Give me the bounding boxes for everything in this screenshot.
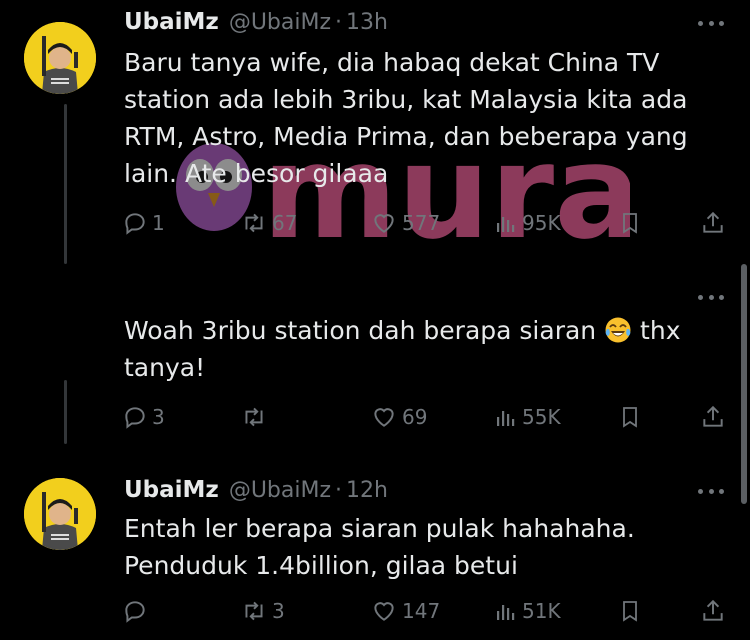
tweet-header: UbaiMz @UbaiMz · 12h <box>124 472 388 508</box>
tweet-text: Woah 3ribu station dah berapa siaran thx… <box>124 312 724 386</box>
more-options-icon[interactable] <box>698 486 724 496</box>
repost-icon <box>240 210 268 236</box>
like-button[interactable]: 147 <box>370 596 440 626</box>
reply-button[interactable]: 3 <box>122 402 165 432</box>
analytics-icon <box>494 598 518 624</box>
like-count: 147 <box>402 599 441 623</box>
avatar[interactable] <box>24 22 96 94</box>
tweet-actions: 1 67 577 95K <box>122 208 730 238</box>
views-count: 95K <box>522 211 561 235</box>
reply-icon <box>122 210 148 236</box>
like-button[interactable]: 577 <box>370 208 440 238</box>
views-button[interactable]: 95K <box>494 208 561 238</box>
repost-count: 3 <box>272 599 285 623</box>
analytics-icon <box>494 404 518 430</box>
tweet-actions: 3 147 51K <box>122 596 730 626</box>
more-options-icon[interactable] <box>698 18 724 28</box>
reply-button[interactable]: 1 <box>122 208 165 238</box>
timestamp[interactable]: 13h <box>346 10 388 35</box>
separator: · <box>335 9 343 35</box>
separator: · <box>335 477 343 503</box>
bookmark-icon <box>618 598 642 624</box>
repost-button[interactable]: 3 <box>240 596 285 626</box>
reply-button[interactable] <box>122 596 152 626</box>
tweet-actions: 3 69 55K <box>122 402 730 432</box>
bookmark-icon <box>618 404 642 430</box>
share-button[interactable] <box>700 208 726 238</box>
timestamp[interactable]: 12h <box>346 478 388 503</box>
like-count: 69 <box>402 405 428 429</box>
author-handle[interactable]: @UbaiMz <box>229 10 331 35</box>
share-button[interactable] <box>700 596 726 626</box>
more-options-icon[interactable] <box>698 292 724 302</box>
face-with-tears-of-joy-icon <box>604 316 632 344</box>
heart-icon <box>370 210 398 236</box>
repost-count: 67 <box>272 211 298 235</box>
share-button[interactable] <box>700 402 726 432</box>
author-name[interactable]: UbaiMz <box>124 9 219 35</box>
scrollbar[interactable] <box>741 264 747 504</box>
share-icon <box>700 598 726 624</box>
reply-count: 1 <box>152 211 165 235</box>
heart-icon <box>370 404 398 430</box>
tweet-text: Entah ler berapa siaran pulak hahahaha. … <box>124 514 635 580</box>
author-name[interactable]: UbaiMz <box>124 477 219 503</box>
heart-icon <box>370 598 398 624</box>
tweet-text: Baru tanya wife, dia habaq dekat China T… <box>124 48 688 188</box>
views-count: 55K <box>522 405 561 429</box>
reply-icon <box>122 404 148 430</box>
views-button[interactable]: 51K <box>494 596 561 626</box>
repost-button[interactable]: 67 <box>240 208 297 238</box>
reply-icon <box>122 598 148 624</box>
author-handle[interactable]: @UbaiMz <box>229 478 331 503</box>
bookmark-icon <box>618 210 642 236</box>
bookmark-button[interactable] <box>618 208 642 238</box>
share-icon <box>700 404 726 430</box>
views-button[interactable]: 55K <box>494 402 561 432</box>
repost-button[interactable] <box>240 402 272 432</box>
views-count: 51K <box>522 599 561 623</box>
share-icon <box>700 210 726 236</box>
like-count: 577 <box>402 211 441 235</box>
tweet-text-part-1: Woah 3ribu station dah berapa siaran <box>124 316 597 345</box>
bookmark-button[interactable] <box>618 402 642 432</box>
avatar[interactable] <box>24 478 96 550</box>
analytics-icon <box>494 210 518 236</box>
tweet-header: UbaiMz @UbaiMz · 13h <box>124 4 388 40</box>
thread-line <box>64 380 67 444</box>
thread-line <box>64 104 67 264</box>
repost-icon <box>240 598 268 624</box>
repost-icon <box>240 404 268 430</box>
reply-count: 3 <box>152 405 165 429</box>
bookmark-button[interactable] <box>618 596 642 626</box>
like-button[interactable]: 69 <box>370 402 427 432</box>
